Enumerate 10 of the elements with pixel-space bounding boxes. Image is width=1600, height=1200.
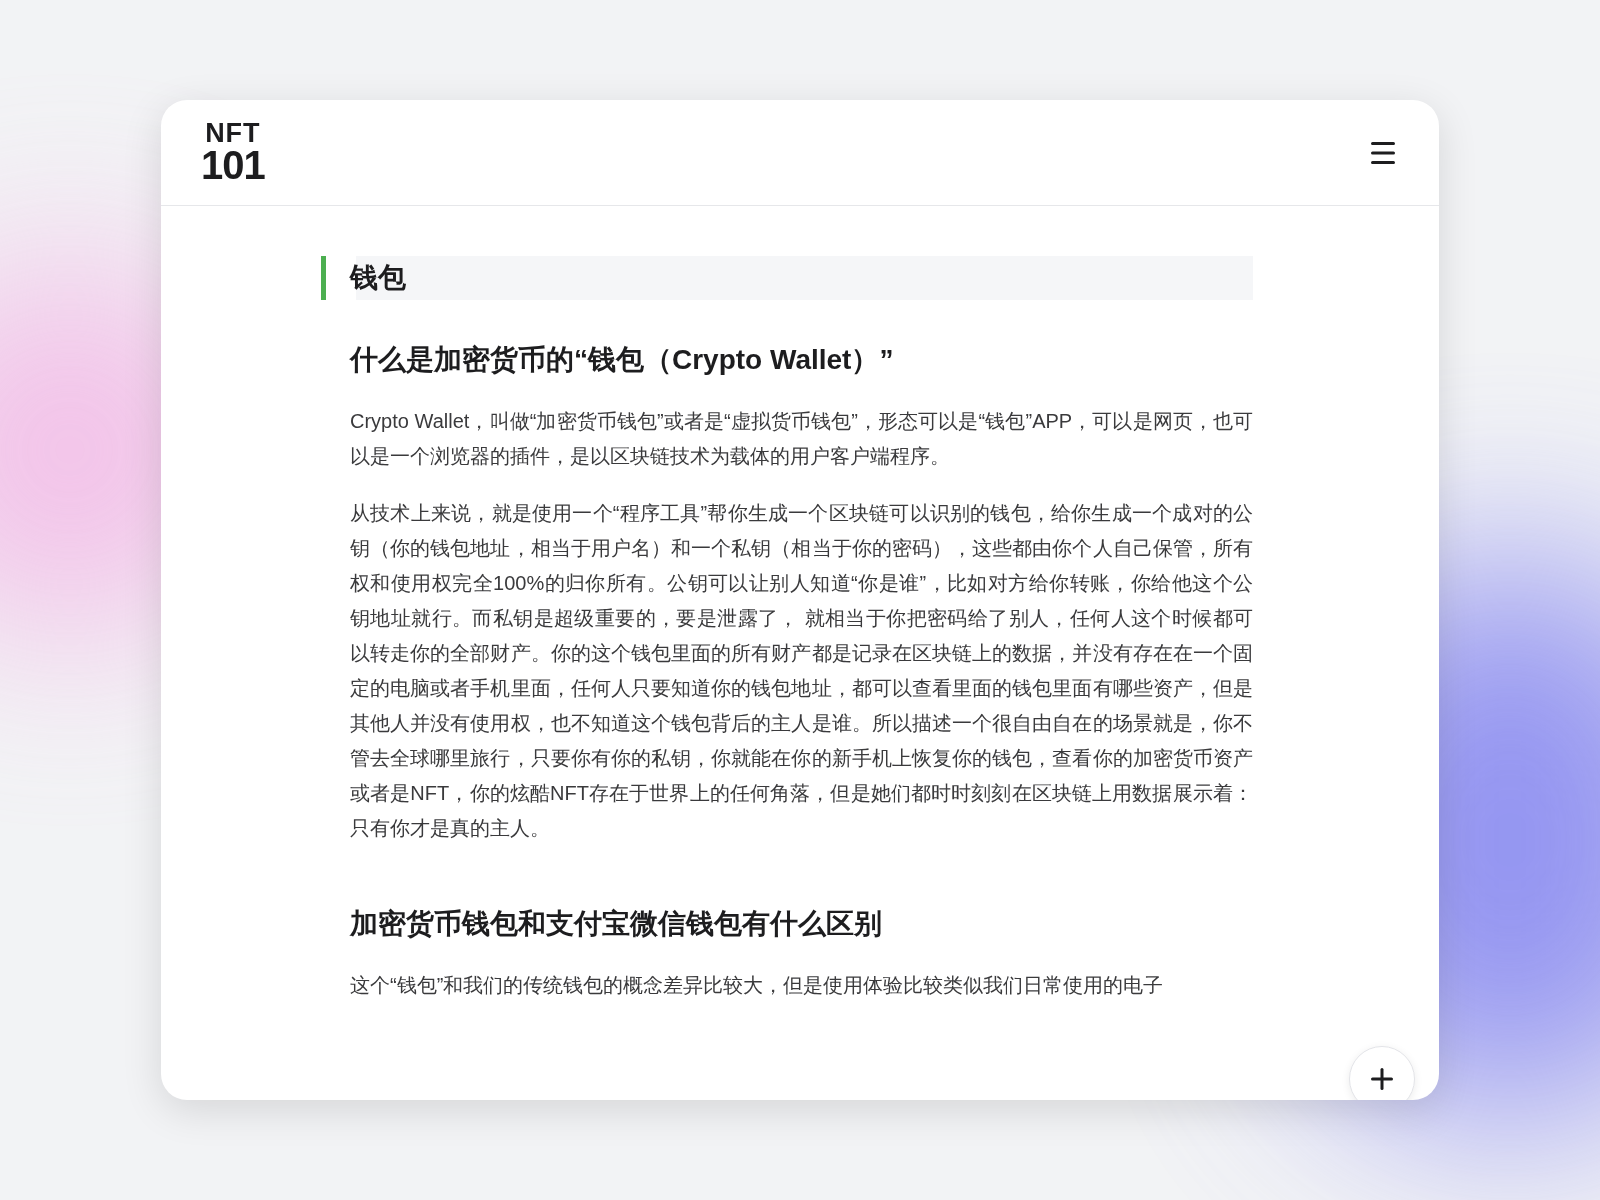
- paragraph: Crypto Wallet，叫做“加密货币钱包”或者是“虚拟货币钱包”，形态可以是“钱包”APP，可以是网页，也可以是一个浏览器的插件，是以区块链技术为载体的用户客户端程序。: [350, 409, 1253, 469]
- paragraph: 从技术上来说，就是使用一个“程序工具”帮你生成一个区块链可以识别的钱包，给你生成一个成对的公钥（你的钱包地址，相当于用户名）和一个私钥（相当于你的密码），这些都由你个人自己保管，所有权和使用权完全100%的归你所有。公钥可以让别人知道“你是谁”，比如对方给你转账，你给他这个公钥地址就行。而私钥是超级重要的，要是泄露了， 就相当于你把密码给了别人，任何人这个时候都可以转走你的全部财产。你的这个钱包里面的所有财产都是记录在区块链上的数据，并没有存在在一个固定的电脑或者手机里面，任何人只要知道你的钱包地址，都可以查看里面的钱包里面有哪些资产，但是其他人并没有使用权，也不知道这个钱包背后的主人是谁。所以描述一个很自由自在的场景就是，你不管去全球哪里旅行，只要你有你的私钥，你就能在你的新手机上恢复你的钱包，查看你的加密货币资产或者是NFT，你的炫酷NFT存在于世界上的任何角落，但是她们都时时刻刻在区块链上用数据展示着：只有你才是真的主人。: [350, 501, 1253, 841]
- add-button[interactable]: [1349, 1046, 1415, 1100]
- logo[interactable]: NFT 101: [201, 120, 265, 185]
- menu-icon[interactable]: [1371, 141, 1395, 164]
- page-title: 钱包: [321, 256, 1253, 300]
- section-heading: 什么是加密货币的“钱包（Crypto Wallet）”: [350, 343, 895, 377]
- section-heading: 加密货币钱包和支付宝微信钱包有什么区别: [350, 907, 883, 941]
- plus-icon: [1371, 1068, 1393, 1090]
- paragraph: 这个“钱包”和我们的传统钱包的概念差异比较大，但是使用体验比较类似我们日常使用的电子: [350, 973, 1165, 998]
